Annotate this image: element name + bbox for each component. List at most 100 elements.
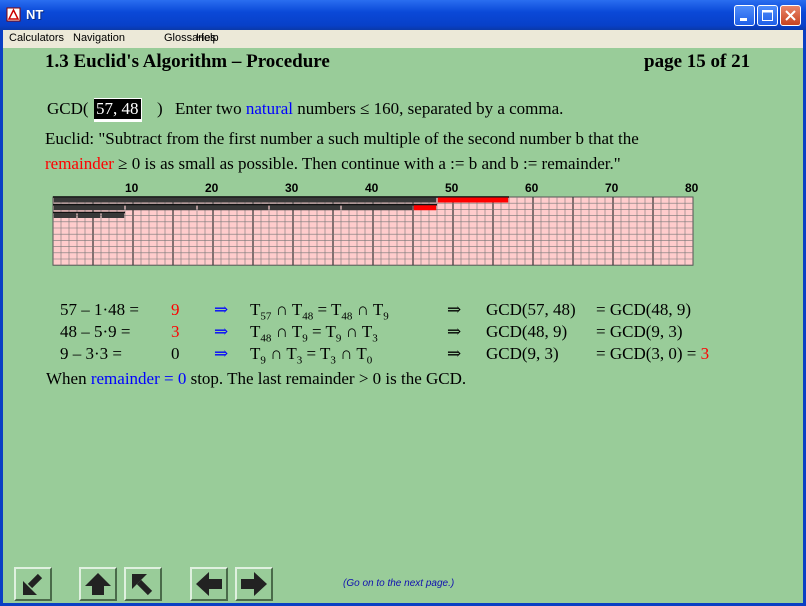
step-implies-icon: ⇒ [447,344,462,363]
natural-link[interactable]: natural [246,99,293,118]
minimize-button[interactable] [734,5,755,26]
step-gcd-next: = GCD(3, 0) = 3 [596,344,710,363]
set-text: = T [307,322,336,341]
step-arrow-icon: ⇒ [214,344,229,363]
grid-tick-label: 30 [285,181,299,195]
step-gcd: GCD(48, 9) [486,322,568,341]
grid-block [77,213,101,218]
grid-block [269,205,341,211]
gcd-close-paren: ) [157,99,163,118]
set-text: T [250,300,261,319]
step-implies-icon: ⇒ [447,322,462,341]
close-icon [785,10,796,21]
arrow-left-icon [196,572,222,596]
set-text: ∩ T [271,300,303,319]
arrow-right-icon [241,572,267,596]
next-page-hint[interactable]: (Go on to the next page.) [343,578,454,589]
set-subscript: 3 [372,332,378,345]
conclusion-before: When [46,369,91,388]
application-window: NT Calculators Navigation Glossaries Hel… [0,0,806,606]
grid-tick-label: 10 [125,181,139,195]
set-subscript: 0 [366,354,373,367]
euclid-grid: 10 20 30 40 50 60 70 80 [52,181,699,266]
step-gcd-next: = GCD(9, 3) [596,322,683,341]
remainder-zero-link[interactable]: remainder = 0 [91,369,187,388]
step-divisor-sets: T48 ∩ T9 = T9 ∩ T3 [250,322,378,344]
set-text: T [250,322,261,341]
euclid-quote-line2-rest: ≥ 0 is as small as possible. Then contin… [113,154,621,173]
euclid-quote-line1: Euclid: "Subtract from the first number … [45,129,639,148]
grid-tick-label: 80 [685,181,699,195]
page-indicator: page 15 of 21 [644,51,751,72]
gcd-instruction: Enter two natural numbers ≤ 160, separat… [175,99,563,119]
grid-remainder [437,197,509,203]
step-gcd: GCD(9, 3) [486,344,559,363]
step-remainder: 3 [171,322,180,341]
app-icon [6,7,21,22]
grid-block [101,213,125,218]
step-equation: 9 – 3·3 = [60,344,122,363]
grid-tick-label: 60 [525,181,539,195]
gcd-input-value: 57, 48 [94,99,141,119]
set-text: ∩ T [265,344,297,363]
grid-block [53,213,77,218]
arrow-up-left-icon [132,574,153,596]
set-text: ∩ T [341,322,373,341]
set-subscript: 57 [260,310,272,323]
back-to-start-button[interactable] [14,567,52,601]
set-text: = T [313,300,342,319]
remainder-link[interactable]: remainder [45,154,114,173]
maximize-button[interactable] [757,5,778,26]
menu-help[interactable]: Help [196,32,219,44]
step-remainder: 9 [171,300,180,319]
gcd-input[interactable]: 57, 48 [94,98,142,122]
set-text: T [250,344,261,363]
grid-block [341,205,413,211]
step-gcd: GCD(57, 48) [486,300,576,319]
arrow-up-icon [85,573,111,595]
step-divisor-sets: T9 ∩ T3 = T3 ∩ T0 [250,344,372,366]
menu-navigation[interactable]: Navigation [73,32,125,44]
minimize-icon [740,18,747,21]
close-button[interactable] [780,5,801,26]
set-subscript: 9 [383,310,389,323]
arrow-down-left-icon [23,573,43,595]
grid-block [53,197,437,203]
step-implies-icon: ⇒ [447,300,462,319]
gcd-label: GCD( [47,99,89,118]
set-text: = T [302,344,331,363]
menu-calculators[interactable]: Calculators [9,32,64,44]
hint-text-rest: numbers ≤ 160, separated by a comma. [293,99,564,118]
step-remainder: 0 [171,344,180,363]
set-text: ∩ T [335,344,367,363]
set-text: ∩ T [271,322,303,341]
content-area: 1.3 Euclid's Algorithm – Procedure page … [3,48,803,603]
set-subscript: 48 [302,310,314,323]
grid-tick-label: 70 [605,181,619,195]
page-title: 1.3 Euclid's Algorithm – Procedure [45,51,330,72]
gcd-result: 3 [700,344,710,363]
grid-block [197,205,269,211]
next-page-button[interactable] [235,567,273,601]
euclid-quote-line2: remainder ≥ 0 is as small as possible. T… [45,154,621,174]
set-subscript: 48 [341,310,353,323]
hint-text: Enter two [175,99,246,118]
step-divisor-sets: T57 ∩ T48 = T48 ∩ T9 [250,300,389,322]
title-bar[interactable]: NT [0,0,806,30]
step-arrow-icon: ⇒ [214,322,229,341]
step-equation: 48 – 5·9 = [60,322,131,341]
set-text: ∩ T [352,300,384,319]
previous-page-button[interactable] [190,567,228,601]
grid-block [53,205,125,211]
menu-bar: Calculators Navigation Glossaries Help [3,30,803,48]
up-button[interactable] [79,567,117,601]
grid-tick-label: 50 [445,181,459,195]
grid-remainder [413,205,437,211]
up-left-button[interactable] [124,567,162,601]
conclusion-after: stop. The last remainder > 0 is the GCD. [186,369,467,388]
grid-tick-label: 20 [205,181,219,195]
maximize-icon [762,10,773,21]
conclusion-text: When remainder = 0 stop. The last remain… [46,369,466,389]
set-subscript: 48 [260,332,272,345]
window-title: NT [26,7,44,22]
